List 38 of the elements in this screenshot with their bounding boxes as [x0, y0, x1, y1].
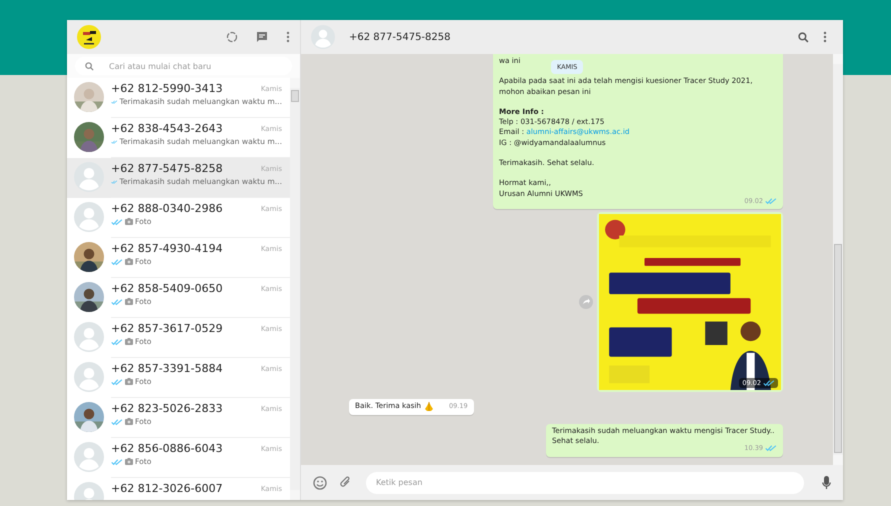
camera-icon [125, 418, 133, 425]
contact-name: +62 838-4543-2643 [111, 122, 223, 135]
camera-icon [125, 258, 133, 265]
search-icon [85, 62, 94, 71]
paperclip-icon[interactable] [339, 476, 352, 489]
contact-name: +62 858-5409-0650 [111, 282, 223, 295]
search-icon[interactable] [798, 32, 809, 42]
avatar-icon [74, 442, 104, 472]
emoji-icon[interactable] [313, 476, 327, 490]
contact-name: +62 812-3026-6007 [111, 482, 223, 495]
contact-name: +62 857-4930-4194 [111, 242, 223, 255]
menu-icon[interactable] [286, 31, 290, 43]
contact-name: +62 856-0886-6043 [111, 442, 223, 455]
contact-name: +62 888-0340-2986 [111, 202, 223, 215]
avatar-icon [74, 162, 104, 192]
contact-name: +62 877-5475-8258 [111, 162, 223, 175]
scrollbar[interactable] [290, 78, 300, 500]
camera-icon [125, 378, 133, 385]
search-field[interactable]: Cari atau mulai chat baru [75, 57, 292, 75]
camera-icon [125, 458, 133, 465]
contact-name: +62 857-3391-5884 [111, 362, 223, 375]
status-icon[interactable] [226, 31, 238, 43]
microphone-icon[interactable] [822, 476, 831, 490]
contact-name: +62 877-5475-8258 [349, 32, 450, 42]
contact-name: +62 812-5990-3413 [111, 82, 223, 95]
avatar-icon [74, 322, 104, 352]
menu-icon[interactable] [823, 31, 827, 43]
avatar-icon [74, 362, 104, 392]
avatar-icon [311, 25, 335, 49]
message-field[interactable]: Ketik pesan [366, 472, 804, 494]
new-chat-icon[interactable] [256, 31, 268, 43]
contact-name: +62 823-5026-2833 [111, 402, 223, 415]
avatar-icon [74, 202, 104, 232]
camera-icon [125, 218, 133, 225]
contact-name: +62 857-3617-0529 [111, 322, 223, 335]
scrollbar[interactable] [833, 54, 843, 465]
camera-icon [125, 338, 133, 345]
camera-icon [125, 298, 133, 305]
